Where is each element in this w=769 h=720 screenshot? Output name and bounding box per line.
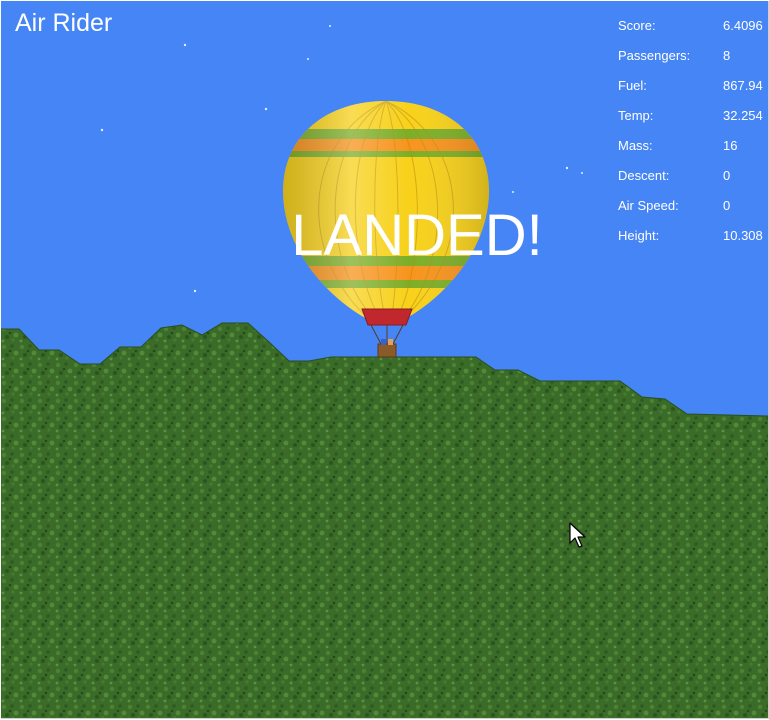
stat-air-speed: Air Speed: 0 — [618, 195, 768, 225]
stat-label: Mass: — [618, 138, 653, 153]
stat-value: 32.254 — [723, 108, 763, 123]
stat-label: Fuel: — [618, 78, 647, 93]
stat-value: 8 — [723, 48, 731, 63]
stat-value: 867.94 — [723, 78, 763, 93]
stat-value: 0 — [723, 198, 731, 213]
stat-mass: Mass: 16 — [618, 135, 768, 165]
stat-value: 10.308 — [723, 228, 763, 243]
stat-label: Height: — [618, 228, 660, 243]
mouse-cursor-icon — [569, 522, 586, 548]
stat-temp: Temp: 32.254 — [618, 105, 768, 135]
stat-score: Score: 6.4096 — [618, 15, 768, 45]
stat-label: Descent: — [618, 168, 670, 183]
game-canvas[interactable]: Air Rider Score: 6.4096 Passengers: 8 Fu… — [1, 1, 769, 719]
stat-descent: Descent: 0 — [618, 165, 768, 195]
game-title: Air Rider — [15, 9, 113, 37]
stat-value: 16 — [723, 138, 738, 153]
stat-height: Height: 10.308 — [618, 225, 768, 255]
status-message: LANDED! — [291, 203, 543, 268]
stat-label: Air Speed: — [618, 198, 679, 213]
stat-value: 0 — [723, 168, 731, 183]
stat-passengers: Passengers: 8 — [618, 45, 768, 75]
stats-panel: Score: 6.4096 Passengers: 8 Fuel: 867.94… — [618, 15, 768, 255]
stat-label: Passengers: — [618, 48, 691, 63]
stat-fuel: Fuel: 867.94 — [618, 75, 768, 105]
stat-label: Score: — [618, 18, 656, 33]
stat-label: Temp: — [618, 108, 654, 123]
stat-value: 6.4096 — [723, 18, 763, 33]
terrain — [1, 323, 768, 718]
